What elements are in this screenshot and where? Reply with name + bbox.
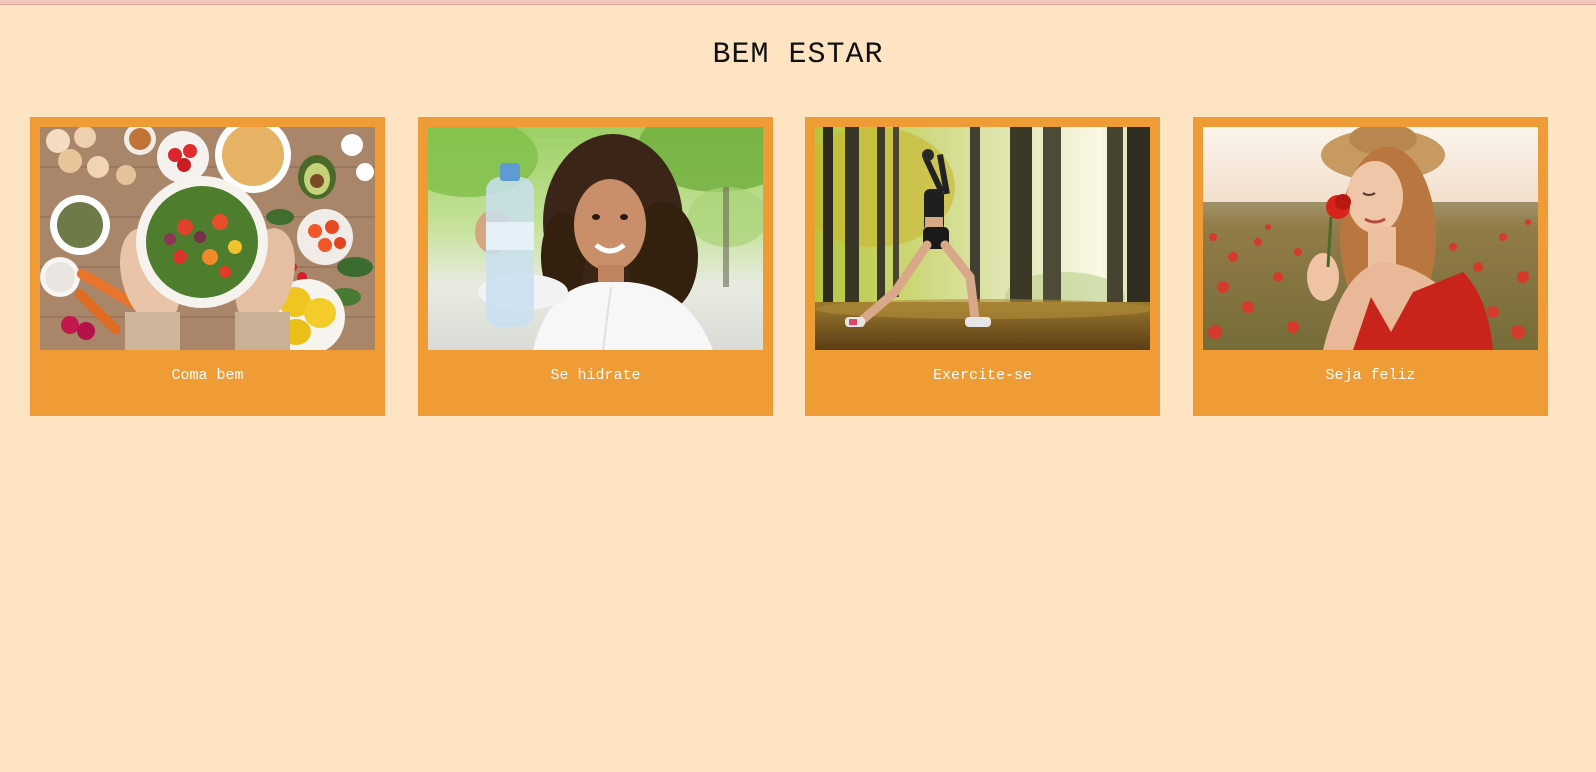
healthy-food-bowl-photo: [40, 127, 375, 350]
woman-holding-water-bottle-photo: [428, 127, 763, 350]
card-exercite-se[interactable]: Exercite-se: [805, 117, 1160, 416]
top-border-bar: [0, 0, 1596, 5]
card-caption: Exercite-se: [932, 367, 1033, 384]
card-seja-feliz[interactable]: Seja feliz: [1193, 117, 1548, 416]
card-coma-bem[interactable]: Coma bem: [30, 117, 385, 416]
card-caption: Se hidrate: [550, 367, 641, 384]
card-caption: Seja feliz: [1325, 367, 1416, 384]
card-se-hidrate[interactable]: Se hidrate: [418, 117, 773, 416]
woman-exercising-in-forest-photo: [815, 127, 1150, 350]
card-caption: Coma bem: [171, 367, 244, 384]
page-title: BEM ESTAR: [712, 38, 884, 72]
woman-smelling-red-flower-photo: [1203, 127, 1538, 350]
